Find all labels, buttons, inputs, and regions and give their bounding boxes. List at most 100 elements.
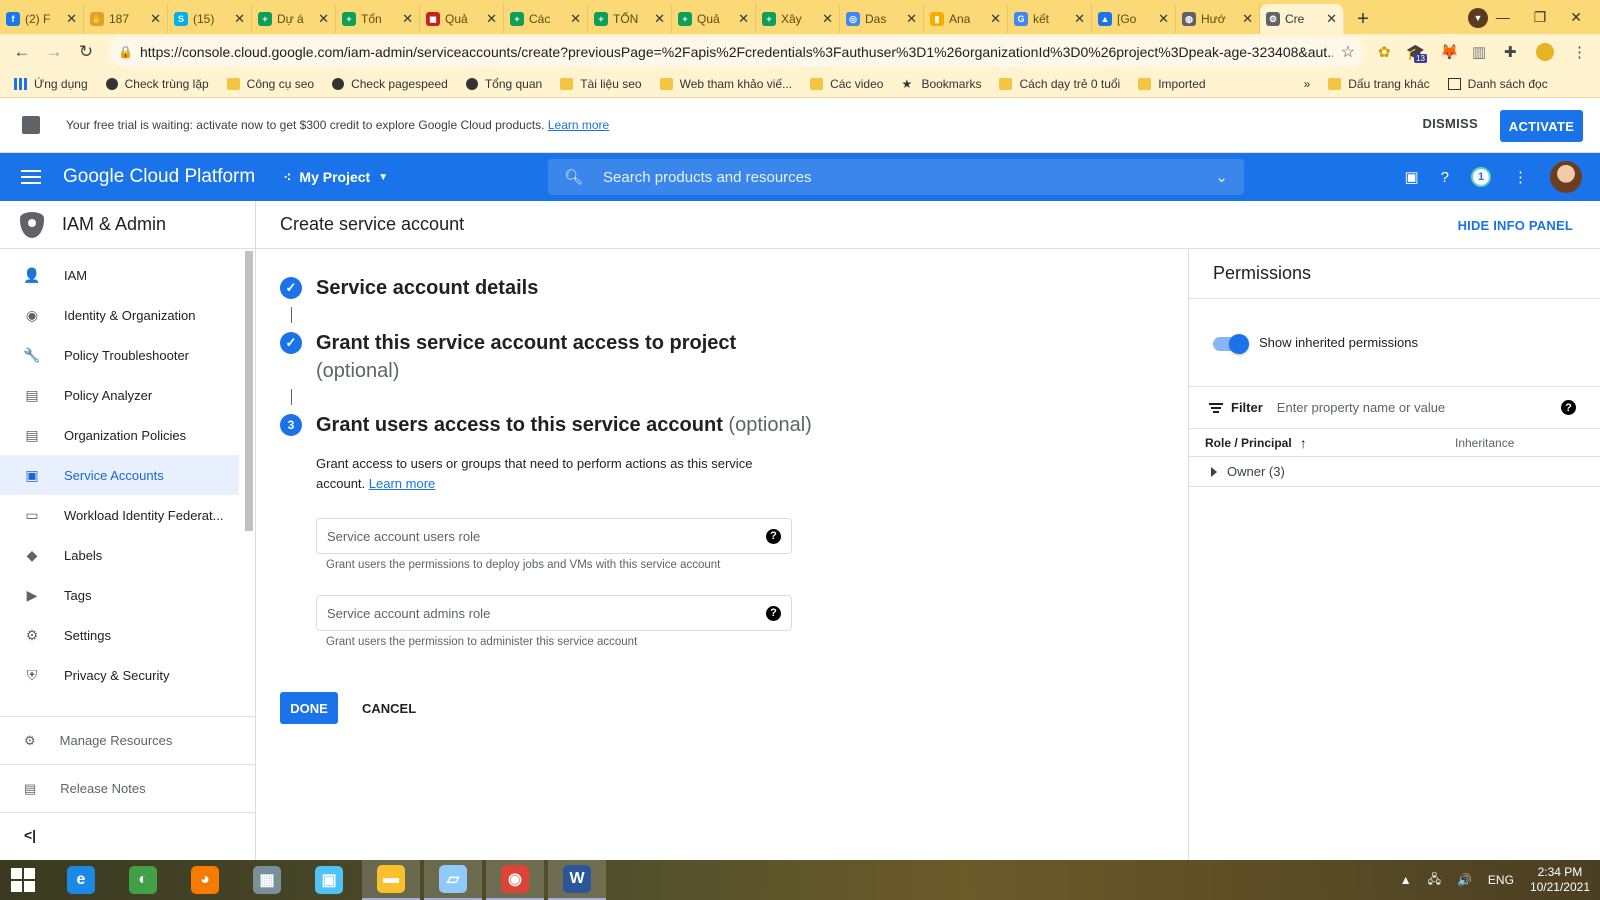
new-tab-icon[interactable]: + (1348, 4, 1378, 34)
step-grant-project-access[interactable]: ✓ Grant this service account access to p… (280, 332, 736, 385)
bookmark-item[interactable]: ★ Bookmarks (901, 77, 981, 91)
browser-tab[interactable]: + Quả ✕ (672, 4, 756, 34)
browser-tab[interactable]: ◎ Das ✕ (840, 4, 924, 34)
restore-icon[interactable]: ❐ (1534, 9, 1547, 26)
sidebar-item[interactable]: ▶ Tags (0, 575, 239, 615)
taskbar-app[interactable]: ▱ (424, 860, 482, 900)
clock[interactable]: 2:34 PM 10/21/2021 (1530, 865, 1590, 895)
col-inheritance[interactable]: Inheritance (1455, 436, 1514, 450)
omnibox[interactable]: 🔒 https://console.cloud.google.com/iam-a… (108, 37, 1365, 67)
bookmark-item[interactable]: Tài liệu seo (560, 77, 642, 91)
tab-close-icon[interactable]: ✕ (1242, 11, 1253, 27)
chrome-menu-icon[interactable]: ⋮ (1572, 34, 1587, 70)
service-account-admins-role-input[interactable] (327, 605, 766, 621)
browser-tab[interactable]: + Dự á ✕ (252, 4, 336, 34)
service-account-users-role-field[interactable]: ? (316, 518, 792, 554)
notifications-icon[interactable]: 1 (1471, 167, 1491, 187)
extension-icon-1[interactable]: ✿ (1378, 34, 1391, 70)
profile-avatar-icon[interactable] (1536, 34, 1554, 70)
bookmark-item[interactable]: Công cụ seo (226, 77, 314, 91)
network-icon[interactable]: 🖧 (1428, 870, 1441, 891)
browser-tab[interactable]: ✋ 187 ✕ (84, 4, 168, 34)
user-avatar[interactable] (1550, 161, 1582, 193)
sidebar-item[interactable]: 👤 IAM (0, 255, 239, 295)
service-account-users-role-input[interactable] (327, 528, 766, 544)
forward-icon[interactable]: → (38, 42, 70, 62)
sidebar-item[interactable]: ◆ Labels (0, 535, 239, 575)
bookmark-item[interactable]: Web tham khảo viế... (659, 77, 792, 91)
sidebar-item[interactable]: ◉ Identity & Organization (0, 295, 239, 335)
tab-close-icon[interactable]: ✕ (906, 11, 917, 27)
bookmark-item[interactable]: Imported (1138, 77, 1206, 91)
sidebar-scrollbar[interactable] (245, 251, 253, 531)
collapse-sidebar-icon[interactable]: <| (24, 827, 36, 843)
tab-close-icon[interactable]: ✕ (150, 11, 161, 27)
help-icon[interactable]: ? (1441, 169, 1449, 186)
bookmarks-overflow-button[interactable]: » (1304, 77, 1311, 91)
bookmark-item[interactable]: Ứng dụng (14, 77, 88, 91)
browser-tab[interactable]: Gkết ✕ (1008, 4, 1092, 34)
browser-tab[interactable]: f (2) F ✕ (0, 4, 84, 34)
bookmark-star-icon[interactable]: ☆ (1341, 42, 1355, 62)
col-role-principal[interactable]: Role / Principal (1205, 436, 1292, 450)
puzzle-icon[interactable]: ✚ (1504, 34, 1517, 70)
browser-profile-icon[interactable]: ▼ (1468, 8, 1488, 28)
hamburger-menu-icon[interactable] (21, 166, 41, 188)
sidebar-item[interactable]: ▣ Service Accounts (0, 455, 239, 495)
lock-icon[interactable]: 🔒 (118, 45, 133, 59)
tab-close-icon[interactable]: ✕ (234, 11, 245, 27)
cancel-button[interactable]: CANCEL (362, 692, 416, 724)
back-icon[interactable]: ← (6, 42, 38, 62)
browser-tab[interactable]: + Tổn ✕ (336, 4, 420, 34)
filter-help-icon[interactable]: ? (1561, 400, 1576, 415)
step-service-account-details[interactable]: ✓ Service account details (280, 277, 538, 302)
extension-icon-2[interactable]: 🎓 13 (1406, 34, 1427, 70)
permission-row[interactable]: Owner (3) (1189, 457, 1600, 487)
tab-close-icon[interactable]: ✕ (1326, 11, 1337, 27)
browser-tab[interactable]: + TỔN ✕ (588, 4, 672, 34)
sidebar-item[interactable]: ▭ Workload Identity Federat... (0, 495, 239, 535)
expand-arrow-icon[interactable] (1211, 466, 1217, 477)
sidebar-item[interactable]: ▤ Organization Policies (0, 415, 239, 455)
browser-tab[interactable]: + Các ✕ (504, 4, 588, 34)
taskbar-app[interactable]: ◉ (486, 860, 544, 900)
start-button[interactable] (0, 860, 46, 900)
tab-close-icon[interactable]: ✕ (402, 11, 413, 27)
tab-close-icon[interactable]: ✕ (654, 11, 665, 27)
url-text[interactable]: https://console.cloud.google.com/iam-adm… (140, 44, 1333, 60)
dismiss-button[interactable]: DISMISS (1422, 116, 1478, 131)
bookmark-item[interactable]: Cách dạy trẻ 0 tuổi (999, 77, 1120, 91)
volume-icon[interactable]: 🔊 (1457, 873, 1472, 887)
browser-tab[interactable]: ▲ [Go ✕ (1092, 4, 1176, 34)
tab-close-icon[interactable]: ✕ (822, 11, 833, 27)
more-vert-icon[interactable]: ⋮ (1513, 168, 1528, 186)
done-button[interactable]: DONE (280, 692, 338, 724)
extension-icon-3[interactable]: ▥ (1472, 34, 1486, 70)
reload-icon[interactable]: ↻ (70, 42, 102, 62)
bookmark-item[interactable]: Check pagespeed (332, 77, 448, 91)
filter-input[interactable] (1276, 400, 1537, 415)
taskbar-app[interactable]: ▬ (362, 860, 420, 900)
bookmark-item[interactable]: Check trùng lặp (105, 77, 209, 91)
tray-expand-icon[interactable]: ▲ (1400, 873, 1412, 887)
sidebar-item[interactable]: ⚙ Settings (0, 615, 239, 655)
metamask-icon[interactable]: 🦊 (1440, 34, 1459, 70)
tab-close-icon[interactable]: ✕ (1158, 11, 1169, 27)
help-icon[interactable]: ? (766, 528, 781, 544)
project-selector[interactable]: ⁖ My Project ▼ (283, 169, 388, 186)
tab-close-icon[interactable]: ✕ (738, 11, 749, 27)
step3-learn-more-link[interactable]: Learn more (369, 476, 435, 491)
help-icon[interactable]: ? (766, 605, 781, 621)
activate-button[interactable]: ACTIVATE (1500, 110, 1583, 142)
bookmark-item[interactable]: Các video (810, 77, 883, 91)
sidebar-bottom-item[interactable]: ▤ Release Notes (0, 765, 255, 813)
sidebar-item[interactable]: ▤ Policy Analyzer (0, 375, 239, 415)
sort-arrow-up-icon[interactable]: ↑ (1300, 435, 1307, 451)
browser-tab[interactable]: ▮ Ana ✕ (924, 4, 1008, 34)
sidebar-bottom-item[interactable]: ⚙ Manage Resources (0, 717, 255, 765)
hide-info-panel-button[interactable]: HIDE INFO PANEL (1458, 218, 1573, 233)
sidebar-item[interactable]: ⛨ Privacy & Security (0, 655, 239, 695)
bookmark-item[interactable]: Tổng quan (465, 77, 542, 91)
trial-learn-more-link[interactable]: Learn more (548, 118, 609, 132)
taskbar-app[interactable]: W (548, 860, 606, 900)
